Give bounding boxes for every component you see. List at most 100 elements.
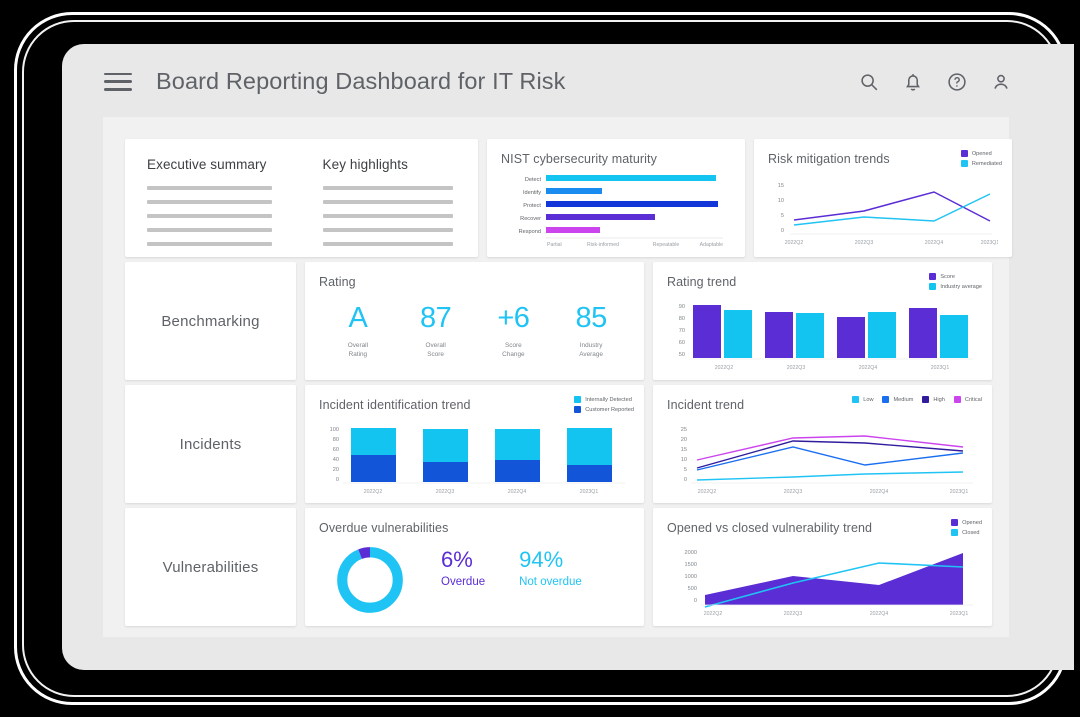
svg-text:Risk-informed: Risk-informed xyxy=(587,242,619,248)
svg-text:2022Q3: 2022Q3 xyxy=(855,240,874,246)
placeholder-line xyxy=(322,200,453,204)
risk-mitigation-legend: Opened Remediated xyxy=(960,150,1002,167)
svg-text:60: 60 xyxy=(679,340,685,346)
svg-text:2022Q3: 2022Q3 xyxy=(784,611,803,617)
opened-vs-closed-x-tick-labels: 2022Q2 2022Q3 2022Q4 2023Q1 xyxy=(704,611,969,617)
dashboard-row-2: Benchmarking Rating A Overall Rating 87 xyxy=(125,262,992,380)
svg-text:1000: 1000 xyxy=(685,574,697,580)
incident-trend-x-tick-labels: 2022Q2 2022Q3 2022Q4 2023Q1 xyxy=(698,489,969,495)
rating-card: Rating A Overall Rating 87 Overall Score… xyxy=(305,262,644,380)
page-title: Board Reporting Dashboard for IT Risk xyxy=(156,68,566,94)
incident-trend-y-ticks: 25 20 15 10 5 0 xyxy=(681,427,687,483)
notification-bell-icon[interactable] xyxy=(902,71,924,93)
legend-item[interactable]: Score xyxy=(929,273,955,280)
metric-caption: Overall Rating xyxy=(347,342,368,358)
svg-text:2023Q1: 2023Q1 xyxy=(981,240,998,246)
user-account-icon[interactable] xyxy=(990,71,1012,93)
incident-identification-card: Incident identification trend Internally… xyxy=(305,385,644,503)
svg-text:2022Q2: 2022Q2 xyxy=(785,240,804,246)
svg-text:10: 10 xyxy=(681,457,687,463)
legend-item[interactable]: Closed xyxy=(951,529,980,536)
svg-text:5: 5 xyxy=(781,213,784,219)
placeholder-line xyxy=(322,242,453,246)
nist-maturity-card: NIST cybersecurity maturity Detect Ident… xyxy=(487,139,745,257)
svg-text:0: 0 xyxy=(781,228,784,234)
opened-vs-closed-title: Opened vs closed vulnerability trend xyxy=(667,521,873,535)
legend-swatch-high xyxy=(922,396,930,403)
svg-text:20: 20 xyxy=(333,467,339,473)
risk-mitigation-card: Risk mitigation trends Opened Remediated… xyxy=(754,139,1012,257)
placeholder-line xyxy=(147,214,272,218)
category-label: Incidents xyxy=(179,435,242,453)
svg-text:2022Q3: 2022Q3 xyxy=(436,489,455,495)
legend-item[interactable]: Remediated xyxy=(960,160,1002,167)
nist-x-tick-labels: Partial Risk-informed Repeatable Adaptab… xyxy=(547,242,723,248)
legend-swatch-critical xyxy=(953,396,961,403)
svg-text:2022Q2: 2022Q2 xyxy=(364,489,383,495)
legend-item[interactable]: High xyxy=(922,396,945,403)
line-remediated xyxy=(793,193,991,226)
legend-item[interactable]: Opened xyxy=(960,150,992,157)
svg-text:80: 80 xyxy=(333,437,339,443)
placeholder-line xyxy=(147,186,272,190)
svg-text:2023Q1: 2023Q1 xyxy=(950,489,969,495)
executive-summary-card: Executive summary Key highlights xyxy=(125,139,478,257)
rating-trend-legend: Score Industry average xyxy=(929,273,982,290)
nist-chart-title: NIST cybersecurity maturity xyxy=(501,152,657,166)
category-label: Benchmarking xyxy=(161,312,260,330)
legend-item[interactable]: Low xyxy=(852,396,873,403)
svg-text:2000: 2000 xyxy=(685,550,697,556)
legend-item[interactable]: Internally Detected xyxy=(574,396,632,403)
risk-mitigation-line-chart: 15 10 5 0 2022Q2 2022Q3 2022Q4 2023Q1 xyxy=(778,183,1000,246)
legend-swatch-industry-average xyxy=(929,283,937,290)
category-card-benchmarking[interactable]: Benchmarking xyxy=(125,262,296,380)
svg-text:10: 10 xyxy=(778,198,784,204)
legend-item[interactable]: Industry average xyxy=(929,283,982,290)
hamburger-menu-icon[interactable] xyxy=(104,72,132,91)
line-high xyxy=(696,440,964,469)
svg-text:Adaptable: Adaptable xyxy=(700,242,723,248)
metric-caption: Score Change xyxy=(502,342,525,358)
app-header: Board Reporting Dashboard for IT Risk xyxy=(62,44,1074,119)
svg-text:Protect: Protect xyxy=(523,203,541,209)
svg-text:Respond: Respond xyxy=(519,229,541,235)
legend-item[interactable]: Customer Reported xyxy=(574,406,634,413)
svg-text:70: 70 xyxy=(679,328,685,334)
legend-swatch-closed xyxy=(951,529,959,536)
legend-swatch-internally-detected xyxy=(574,396,582,403)
svg-text:2023Q1: 2023Q1 xyxy=(580,489,599,495)
bar-protect xyxy=(546,201,718,207)
search-icon[interactable] xyxy=(858,71,880,93)
overdue-metric: 6% Overdue xyxy=(441,549,485,589)
help-circle-icon[interactable] xyxy=(946,71,968,93)
key-highlights-heading: Key highlights xyxy=(322,157,408,172)
legend-swatch-customer-reported xyxy=(574,406,582,413)
nist-bars xyxy=(546,175,718,233)
category-card-incidents[interactable]: Incidents xyxy=(125,385,296,503)
category-card-vulnerabilities[interactable]: Vulnerabilities xyxy=(125,508,296,626)
svg-text:2022Q4: 2022Q4 xyxy=(925,240,944,246)
rating-metric: +6 Score Change xyxy=(477,304,549,359)
rating-trend-bars xyxy=(693,305,968,358)
svg-text:50: 50 xyxy=(679,352,685,358)
metric-value: A xyxy=(348,302,368,334)
svg-text:Partial: Partial xyxy=(547,242,562,248)
incident-trend-line-chart: 25 20 15 10 5 0 2022Q2 2022Q3 2022Q4 202… xyxy=(681,427,973,495)
svg-text:2022Q2: 2022Q2 xyxy=(704,611,723,617)
legend-item[interactable]: Opened xyxy=(951,519,982,526)
incident-identification-bar-chart: 100 80 60 40 20 0 2022Q2 2022Q3 2022Q4 2… xyxy=(330,427,625,495)
svg-text:15: 15 xyxy=(778,183,784,189)
not-overdue-metric: 94% Not overdue xyxy=(519,549,582,589)
svg-text:2022Q2: 2022Q2 xyxy=(698,489,717,495)
legend-swatch-score xyxy=(929,273,937,280)
legend-item[interactable]: Critical xyxy=(953,396,982,403)
rating-metric: 87 Overall Score xyxy=(400,304,472,359)
placeholder-line xyxy=(147,228,272,232)
bar-detect xyxy=(546,175,716,181)
svg-text:Identify: Identify xyxy=(523,190,541,196)
svg-text:2022Q3: 2022Q3 xyxy=(784,489,803,495)
legend-item[interactable]: Medium xyxy=(882,396,913,403)
metric-value: +6 xyxy=(497,302,530,334)
nist-category-labels: Detect Identify Protect Recover Respond xyxy=(519,177,542,235)
incident-identification-bars xyxy=(351,428,612,482)
